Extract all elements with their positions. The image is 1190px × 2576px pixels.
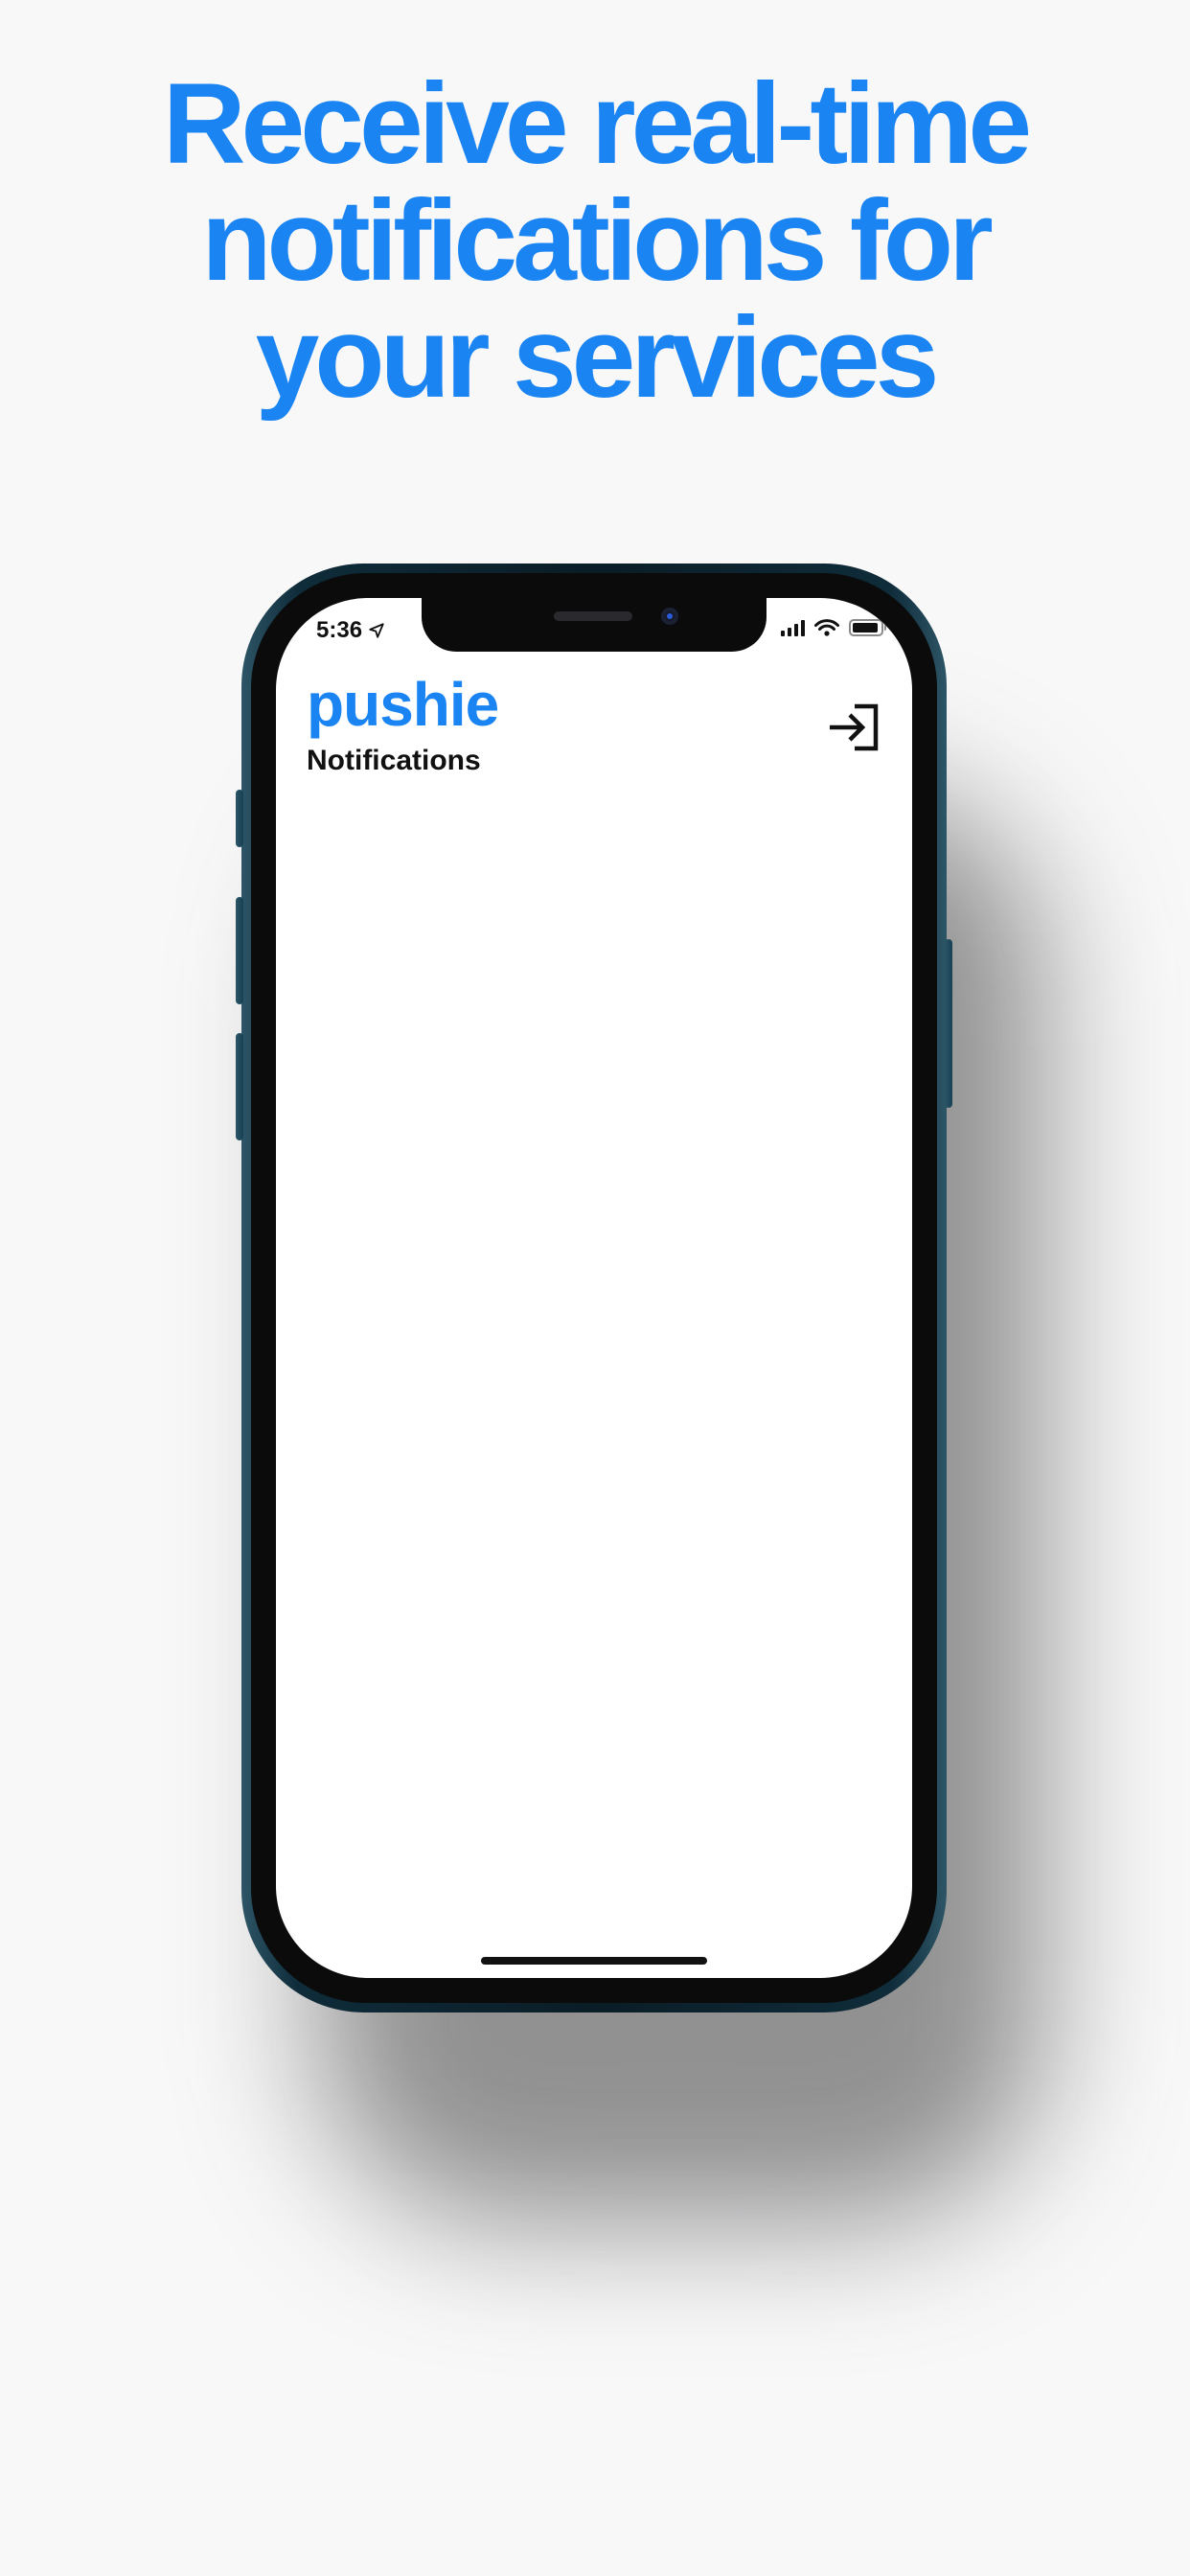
- headline: Receive real-time notifications for your…: [0, 65, 1190, 416]
- volume-down-button: [236, 1033, 243, 1140]
- headline-line-1: Receive real-time: [162, 59, 1032, 188]
- silent-switch: [236, 790, 243, 847]
- login-button[interactable]: [826, 702, 881, 753]
- home-indicator[interactable]: [481, 1957, 707, 1965]
- headline-line-2: notifications for: [201, 176, 994, 305]
- marketing-screen: Receive real-time notifications for your…: [0, 0, 1190, 2576]
- headline-line-3: your services: [255, 293, 940, 422]
- speaker-grille: [554, 611, 632, 621]
- status-time-text: 5:36: [316, 617, 363, 643]
- phone-screen: 5:36 pushie Notifications: [276, 598, 912, 1978]
- status-bar-time: 5:36: [316, 617, 385, 644]
- volume-up-button: [236, 897, 243, 1004]
- power-button: [945, 939, 952, 1108]
- phone-frame: 5:36 pushie Notifications: [236, 564, 952, 2012]
- cellular-signal-icon: [781, 619, 805, 636]
- wifi-icon: [814, 619, 839, 636]
- notch: [422, 598, 767, 652]
- battery-icon: [849, 619, 886, 636]
- app-title: pushie: [307, 670, 499, 739]
- front-camera: [661, 608, 678, 625]
- login-icon: [830, 703, 879, 751]
- page-title: Notifications: [307, 745, 481, 776]
- status-bar-indicators: [781, 619, 886, 636]
- location-arrow-icon: [369, 623, 384, 638]
